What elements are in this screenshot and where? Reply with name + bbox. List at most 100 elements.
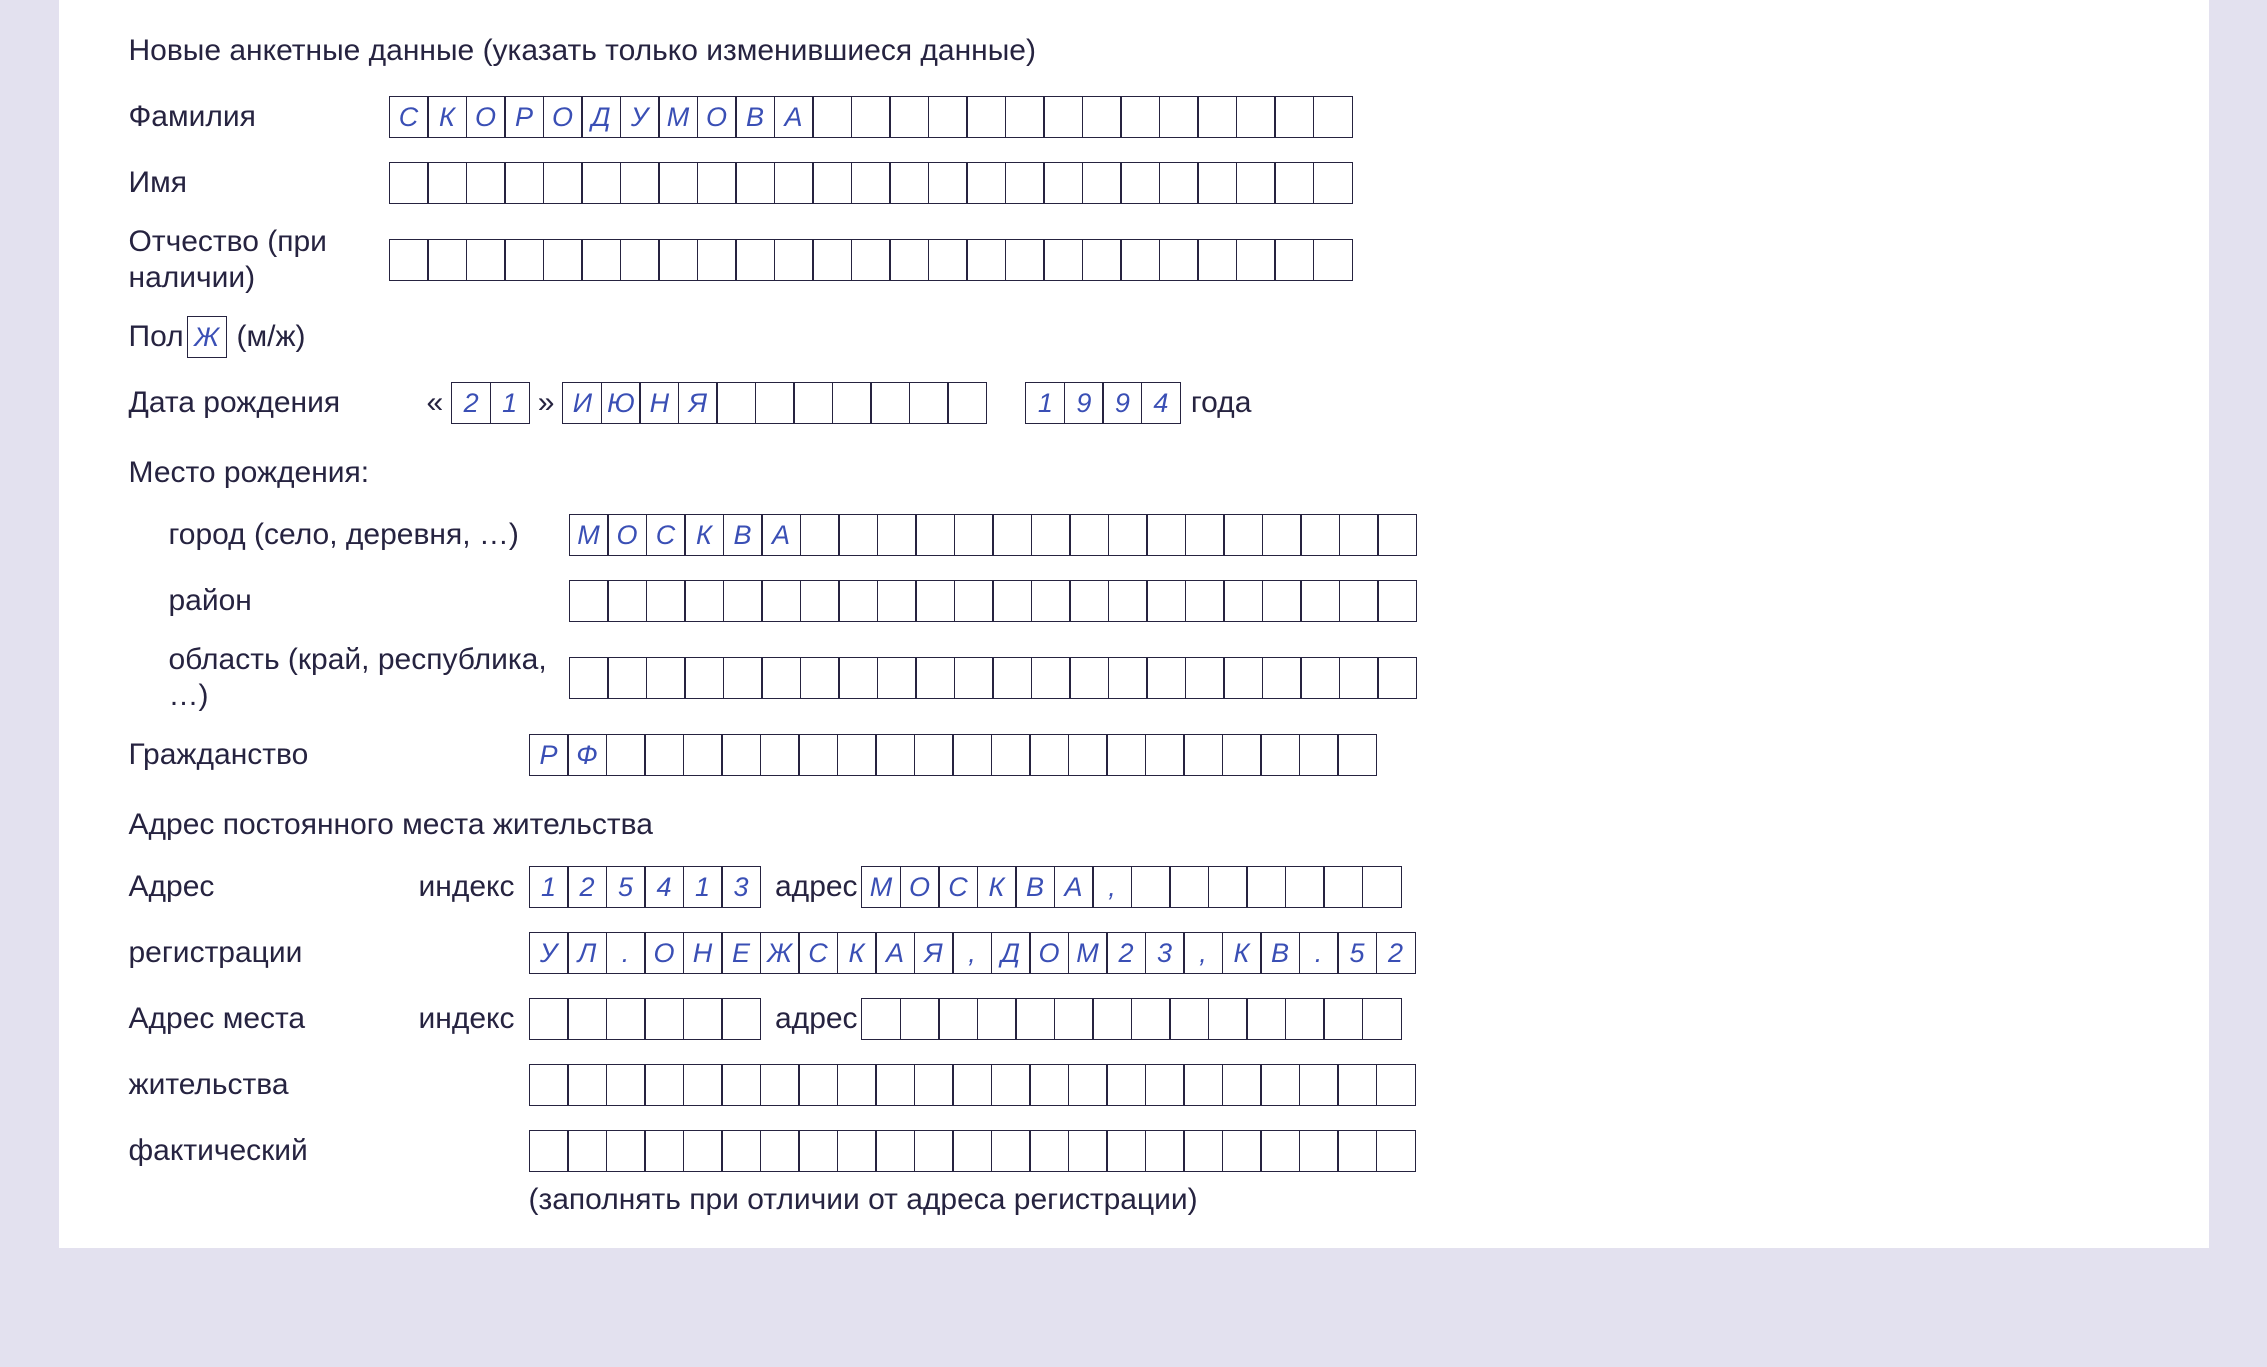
char-cell[interactable] [1031, 657, 1071, 699]
char-cell[interactable] [606, 1130, 646, 1172]
char-cell[interactable]: 1 [1025, 382, 1065, 424]
char-cell[interactable]: 3 [1145, 932, 1185, 974]
cells-reg-addr2[interactable]: УЛ.ОНЕЖСКАЯ,ДОМ23,КВ.52 [529, 932, 1416, 974]
cells-fact-addr1[interactable] [861, 998, 1402, 1040]
char-cell[interactable]: М [861, 866, 901, 908]
char-cell[interactable] [607, 580, 647, 622]
char-cell[interactable]: М [658, 96, 698, 138]
char-cell[interactable]: О [543, 96, 583, 138]
char-cell[interactable] [1246, 866, 1286, 908]
char-cell[interactable] [870, 382, 910, 424]
char-cell[interactable] [877, 514, 917, 556]
char-cell[interactable]: В [1260, 932, 1300, 974]
char-cell[interactable] [1223, 580, 1263, 622]
char-cell[interactable] [798, 1130, 838, 1172]
char-cell[interactable] [915, 657, 955, 699]
char-cell[interactable] [1197, 96, 1237, 138]
char-cell[interactable] [1169, 866, 1209, 908]
char-cell[interactable] [620, 239, 660, 281]
char-cell[interactable] [954, 580, 994, 622]
char-cell[interactable]: К [427, 96, 467, 138]
char-cell[interactable] [723, 657, 763, 699]
char-cell[interactable]: 4 [1141, 382, 1181, 424]
char-cell[interactable] [567, 1064, 607, 1106]
char-cell[interactable] [1159, 96, 1199, 138]
char-cell[interactable] [721, 1064, 761, 1106]
char-cell[interactable] [1092, 998, 1132, 1040]
char-cell[interactable] [800, 580, 840, 622]
char-cell[interactable] [1005, 96, 1045, 138]
char-cell[interactable] [838, 580, 878, 622]
char-cell[interactable] [543, 162, 583, 204]
char-cell[interactable] [914, 1064, 954, 1106]
char-cell[interactable] [683, 1064, 723, 1106]
char-cell[interactable] [954, 657, 994, 699]
char-cell[interactable] [697, 239, 737, 281]
char-cell[interactable] [427, 239, 467, 281]
char-cell[interactable] [838, 657, 878, 699]
char-cell[interactable] [1159, 162, 1199, 204]
char-cell[interactable]: Я [678, 382, 718, 424]
char-cell[interactable]: А [875, 932, 915, 974]
char-cell[interactable] [928, 239, 968, 281]
char-cell[interactable] [774, 162, 814, 204]
char-cell[interactable]: . [606, 932, 646, 974]
char-cell[interactable] [914, 1130, 954, 1172]
char-cell[interactable] [977, 998, 1017, 1040]
char-cell[interactable] [915, 514, 955, 556]
char-cell[interactable] [889, 239, 929, 281]
char-cell[interactable] [800, 514, 840, 556]
char-cell[interactable] [723, 580, 763, 622]
char-cell[interactable] [427, 162, 467, 204]
char-cell[interactable] [684, 657, 724, 699]
char-cell[interactable] [1005, 162, 1045, 204]
cells-citizenship[interactable]: РФ [529, 734, 1378, 776]
char-cell[interactable] [838, 514, 878, 556]
char-cell[interactable] [952, 1130, 992, 1172]
cell-sex-value[interactable]: Ж [187, 316, 227, 358]
char-cell[interactable] [1260, 1130, 1300, 1172]
char-cell[interactable] [716, 382, 756, 424]
char-cell[interactable] [1376, 1064, 1416, 1106]
char-cell[interactable]: . [1299, 932, 1339, 974]
char-cell[interactable] [760, 1130, 800, 1172]
char-cell[interactable]: О [1029, 932, 1069, 974]
char-cell[interactable]: Ж [760, 932, 800, 974]
char-cell[interactable] [991, 1130, 1031, 1172]
char-cell[interactable] [529, 1064, 569, 1106]
char-cell[interactable] [1208, 998, 1248, 1040]
char-cell[interactable] [1337, 1130, 1377, 1172]
char-cell[interactable] [1236, 96, 1276, 138]
char-cell[interactable]: 9 [1102, 382, 1142, 424]
char-cell[interactable] [793, 382, 833, 424]
char-cell[interactable]: Р [529, 734, 569, 776]
char-cell[interactable] [1313, 162, 1353, 204]
char-cell[interactable] [1223, 514, 1263, 556]
char-cell[interactable] [1169, 998, 1209, 1040]
char-cell[interactable]: С [938, 866, 978, 908]
char-cell[interactable] [832, 382, 872, 424]
char-cell[interactable] [466, 239, 506, 281]
char-cell[interactable] [683, 1130, 723, 1172]
char-cell[interactable] [1274, 239, 1314, 281]
char-cell[interactable] [1300, 580, 1340, 622]
char-cell[interactable] [1208, 866, 1248, 908]
char-cell[interactable] [1222, 734, 1262, 776]
char-cell[interactable] [1069, 580, 1109, 622]
char-cell[interactable] [1323, 866, 1363, 908]
char-cell[interactable] [812, 96, 852, 138]
char-cell[interactable]: А [761, 514, 801, 556]
char-cell[interactable] [1299, 1064, 1339, 1106]
char-cell[interactable] [1145, 734, 1185, 776]
char-cell[interactable]: 2 [567, 866, 607, 908]
char-cell[interactable] [1377, 514, 1417, 556]
char-cell[interactable] [774, 239, 814, 281]
char-cell[interactable] [966, 239, 1006, 281]
char-cell[interactable] [1337, 1064, 1377, 1106]
char-cell[interactable]: И [562, 382, 602, 424]
char-cell[interactable] [1262, 657, 1302, 699]
char-cell[interactable] [721, 998, 761, 1040]
char-cell[interactable]: 2 [451, 382, 491, 424]
char-cell[interactable] [1082, 162, 1122, 204]
char-cell[interactable] [1106, 1064, 1146, 1106]
